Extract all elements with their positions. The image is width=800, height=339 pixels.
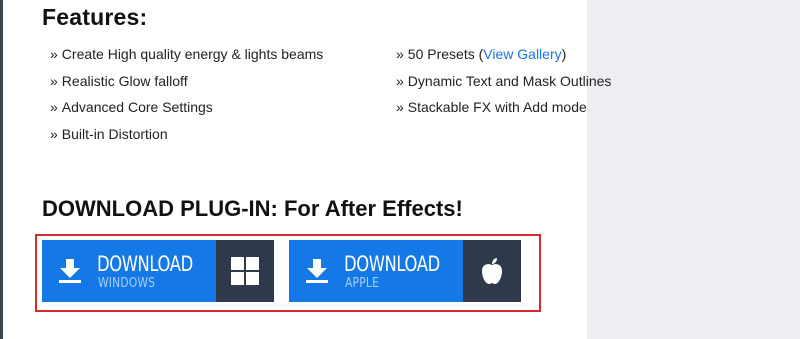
- feature-text: Create High quality energy & lights beam…: [61, 46, 324, 62]
- view-gallery-link[interactable]: View Gallery: [483, 46, 561, 62]
- feature-text: 50 Presets (: [407, 46, 484, 62]
- windows-logo-icon: [231, 257, 259, 285]
- download-apple-button[interactable]: DOWNLOAD APPLE: [289, 240, 521, 302]
- os-icon-panel: [216, 240, 274, 302]
- download-arrow-icon: [306, 259, 328, 283]
- left-border-divider: [0, 0, 3, 339]
- feature-text: Advanced Core Settings: [61, 99, 213, 115]
- bullet-marker: »: [50, 72, 58, 89]
- bullet-marker: »: [50, 99, 58, 115]
- feature-item: » 50 Presets (View Gallery): [396, 44, 611, 71]
- download-arrow-icon: [59, 259, 81, 283]
- feature-item: » Dynamic Text and Mask Outlines: [396, 71, 611, 98]
- features-list-right: » 50 Presets (View Gallery) » Dynamic Text…: [396, 44, 611, 124]
- download-button-subtitle: WINDOWS: [98, 276, 156, 291]
- bullet-marker: »: [396, 46, 404, 62]
- feature-item: » Create High quality energy & lights bea…: [50, 44, 323, 71]
- bullet-marker: »: [396, 72, 404, 89]
- download-button-main: DOWNLOAD WINDOWS: [42, 240, 216, 302]
- features-heading: Features:: [42, 4, 148, 30]
- download-windows-button[interactable]: DOWNLOAD WINDOWS: [42, 240, 274, 302]
- bullet-marker: »: [50, 125, 58, 142]
- feature-item: » Built-in Distortion: [50, 124, 323, 151]
- feature-text: Stackable FX with Add mode: [407, 99, 587, 115]
- feature-text: Dynamic Text and Mask Outlines: [407, 72, 612, 89]
- right-sidebar-panel: [587, 0, 800, 339]
- download-button-title: DOWNLOAD: [97, 252, 193, 276]
- apple-logo-icon: [482, 258, 502, 284]
- download-button-main: DOWNLOAD APPLE: [289, 240, 463, 302]
- download-button-title: DOWNLOAD: [344, 252, 440, 276]
- download-heading: DOWNLOAD PLUG-IN: For After Effects!: [42, 196, 463, 221]
- page: Features: » Create High quality energy & …: [0, 0, 800, 339]
- feature-text: Realistic Glow falloff: [61, 72, 188, 89]
- bullet-marker: »: [396, 99, 404, 115]
- bullet-marker: »: [50, 46, 58, 62]
- feature-item: » Stackable FX with Add mode: [396, 97, 611, 124]
- feature-text: Built-in Distortion: [61, 125, 168, 142]
- download-button-subtitle: APPLE: [345, 276, 380, 291]
- features-list-left: » Create High quality energy & lights bea…: [50, 44, 323, 150]
- feature-text-suffix: ): [561, 46, 567, 62]
- os-icon-panel: [463, 240, 521, 302]
- feature-item: » Advanced Core Settings: [50, 97, 323, 124]
- feature-item: » Realistic Glow falloff: [50, 71, 323, 98]
